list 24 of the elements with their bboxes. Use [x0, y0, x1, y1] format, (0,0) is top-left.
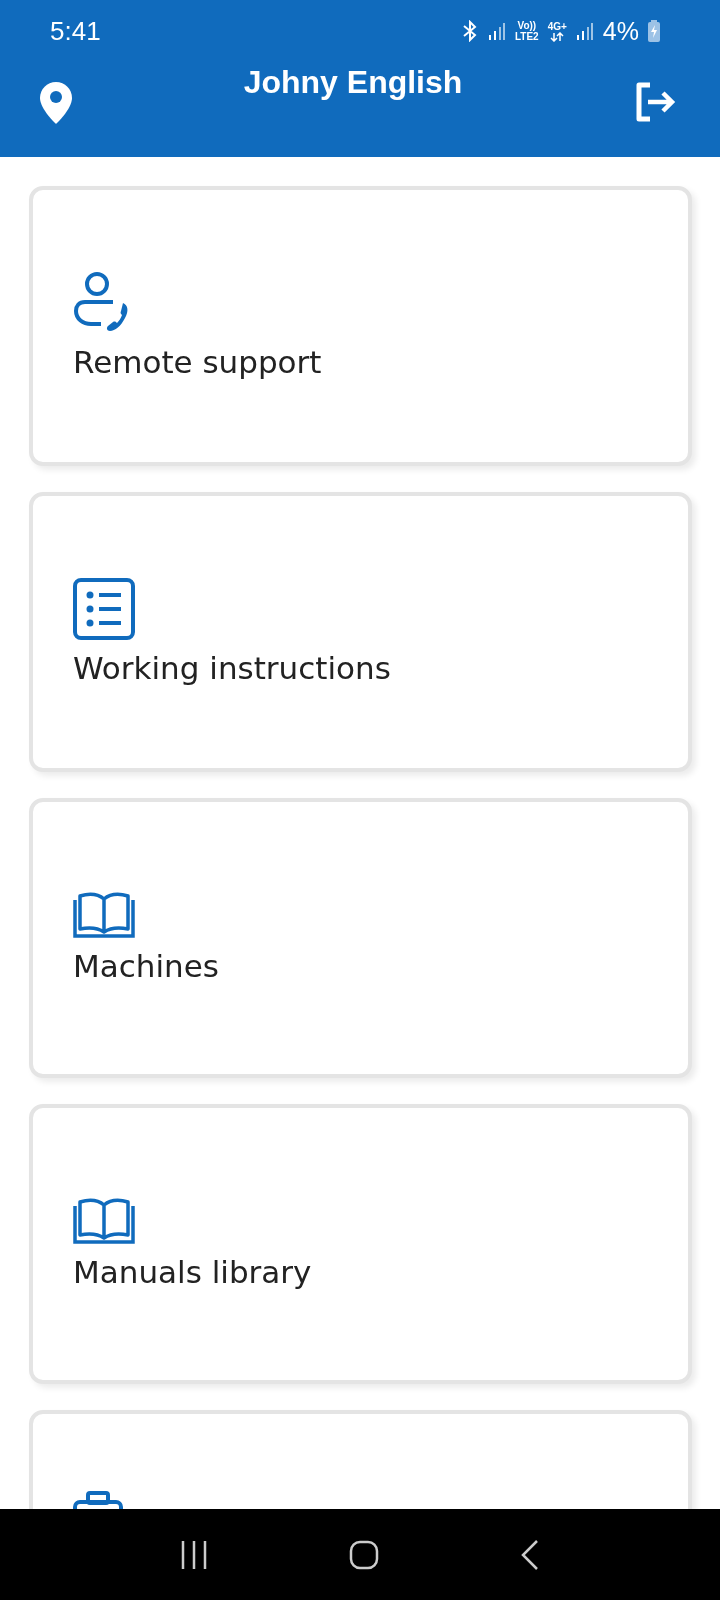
- list-icon: [73, 578, 135, 640]
- location-button[interactable]: [40, 82, 72, 124]
- open-book-icon: [73, 1198, 135, 1244]
- logout-icon: [634, 82, 676, 122]
- location-pin-icon: [40, 82, 72, 124]
- back-icon: [519, 1538, 540, 1571]
- menu-card[interactable]: Machines: [29, 798, 692, 1078]
- signal-icon: [487, 21, 506, 41]
- menu-card[interactable]: Manuals library: [29, 1104, 692, 1384]
- menu-card[interactable]: Working instructions: [29, 492, 692, 772]
- header-title: Johny English: [242, 64, 464, 101]
- status-time: 5:41: [50, 15, 101, 47]
- battery-charging-icon: [648, 20, 660, 42]
- home-icon: [349, 1539, 379, 1570]
- logout-button[interactable]: [634, 82, 676, 122]
- volte-label: Vo)): [517, 20, 537, 31]
- signal-icon: [575, 21, 594, 41]
- battery-percent: 4%: [602, 16, 639, 46]
- recent-apps-icon: [180, 1539, 209, 1570]
- data-arrows-icon: [550, 31, 565, 42]
- menu-card[interactable]: Remote support: [29, 186, 692, 466]
- network-label: 4G+: [547, 20, 567, 32]
- open-book-icon: [73, 892, 135, 938]
- lte-label: LTE2: [514, 31, 539, 42]
